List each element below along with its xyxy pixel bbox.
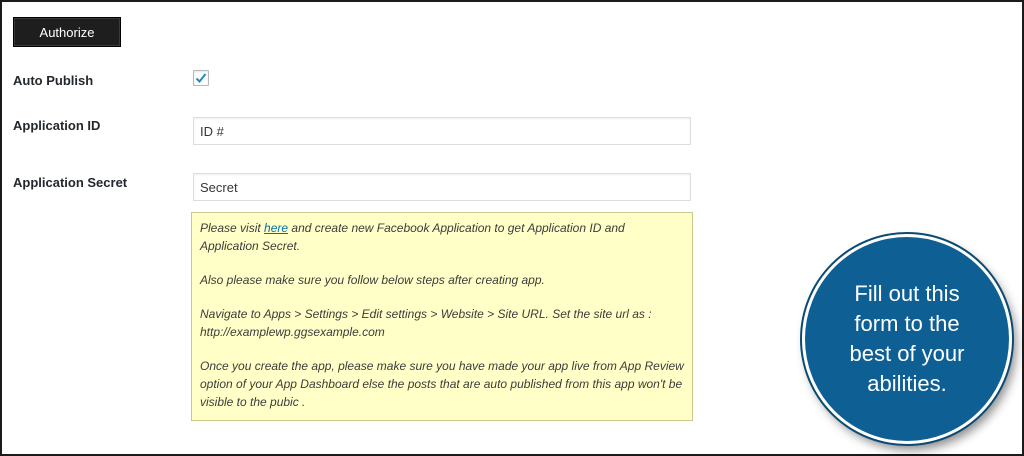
- note-text: Please visit: [200, 221, 265, 235]
- help-note: Please visit here and create new Faceboo…: [191, 212, 693, 421]
- callout-bubble: Fill out this form to the best of your a…: [802, 234, 1012, 444]
- note-paragraph-3: Navigate to Apps > Settings > Edit setti…: [200, 307, 652, 339]
- settings-panel: Authorize Auto Publish Application ID Ap…: [0, 0, 1024, 456]
- application-secret-input[interactable]: [193, 173, 691, 201]
- auto-publish-label: Auto Publish: [13, 73, 94, 88]
- callout-text: Fill out this form to the best of your a…: [849, 281, 965, 396]
- note-paragraph-2: Also please make sure you follow below s…: [200, 273, 545, 287]
- facebook-app-link[interactable]: here: [264, 221, 288, 235]
- auto-publish-checkbox[interactable]: [193, 70, 209, 86]
- note-paragraph-4: Once you create the app, please make sur…: [200, 359, 684, 409]
- application-secret-label: Application Secret: [13, 175, 128, 190]
- application-id-input[interactable]: [193, 117, 691, 145]
- application-id-label: Application ID: [13, 118, 101, 133]
- authorize-button[interactable]: Authorize: [13, 17, 121, 47]
- note-paragraph-1: Please visit here and create new Faceboo…: [200, 219, 684, 255]
- checkmark-icon: [195, 73, 207, 83]
